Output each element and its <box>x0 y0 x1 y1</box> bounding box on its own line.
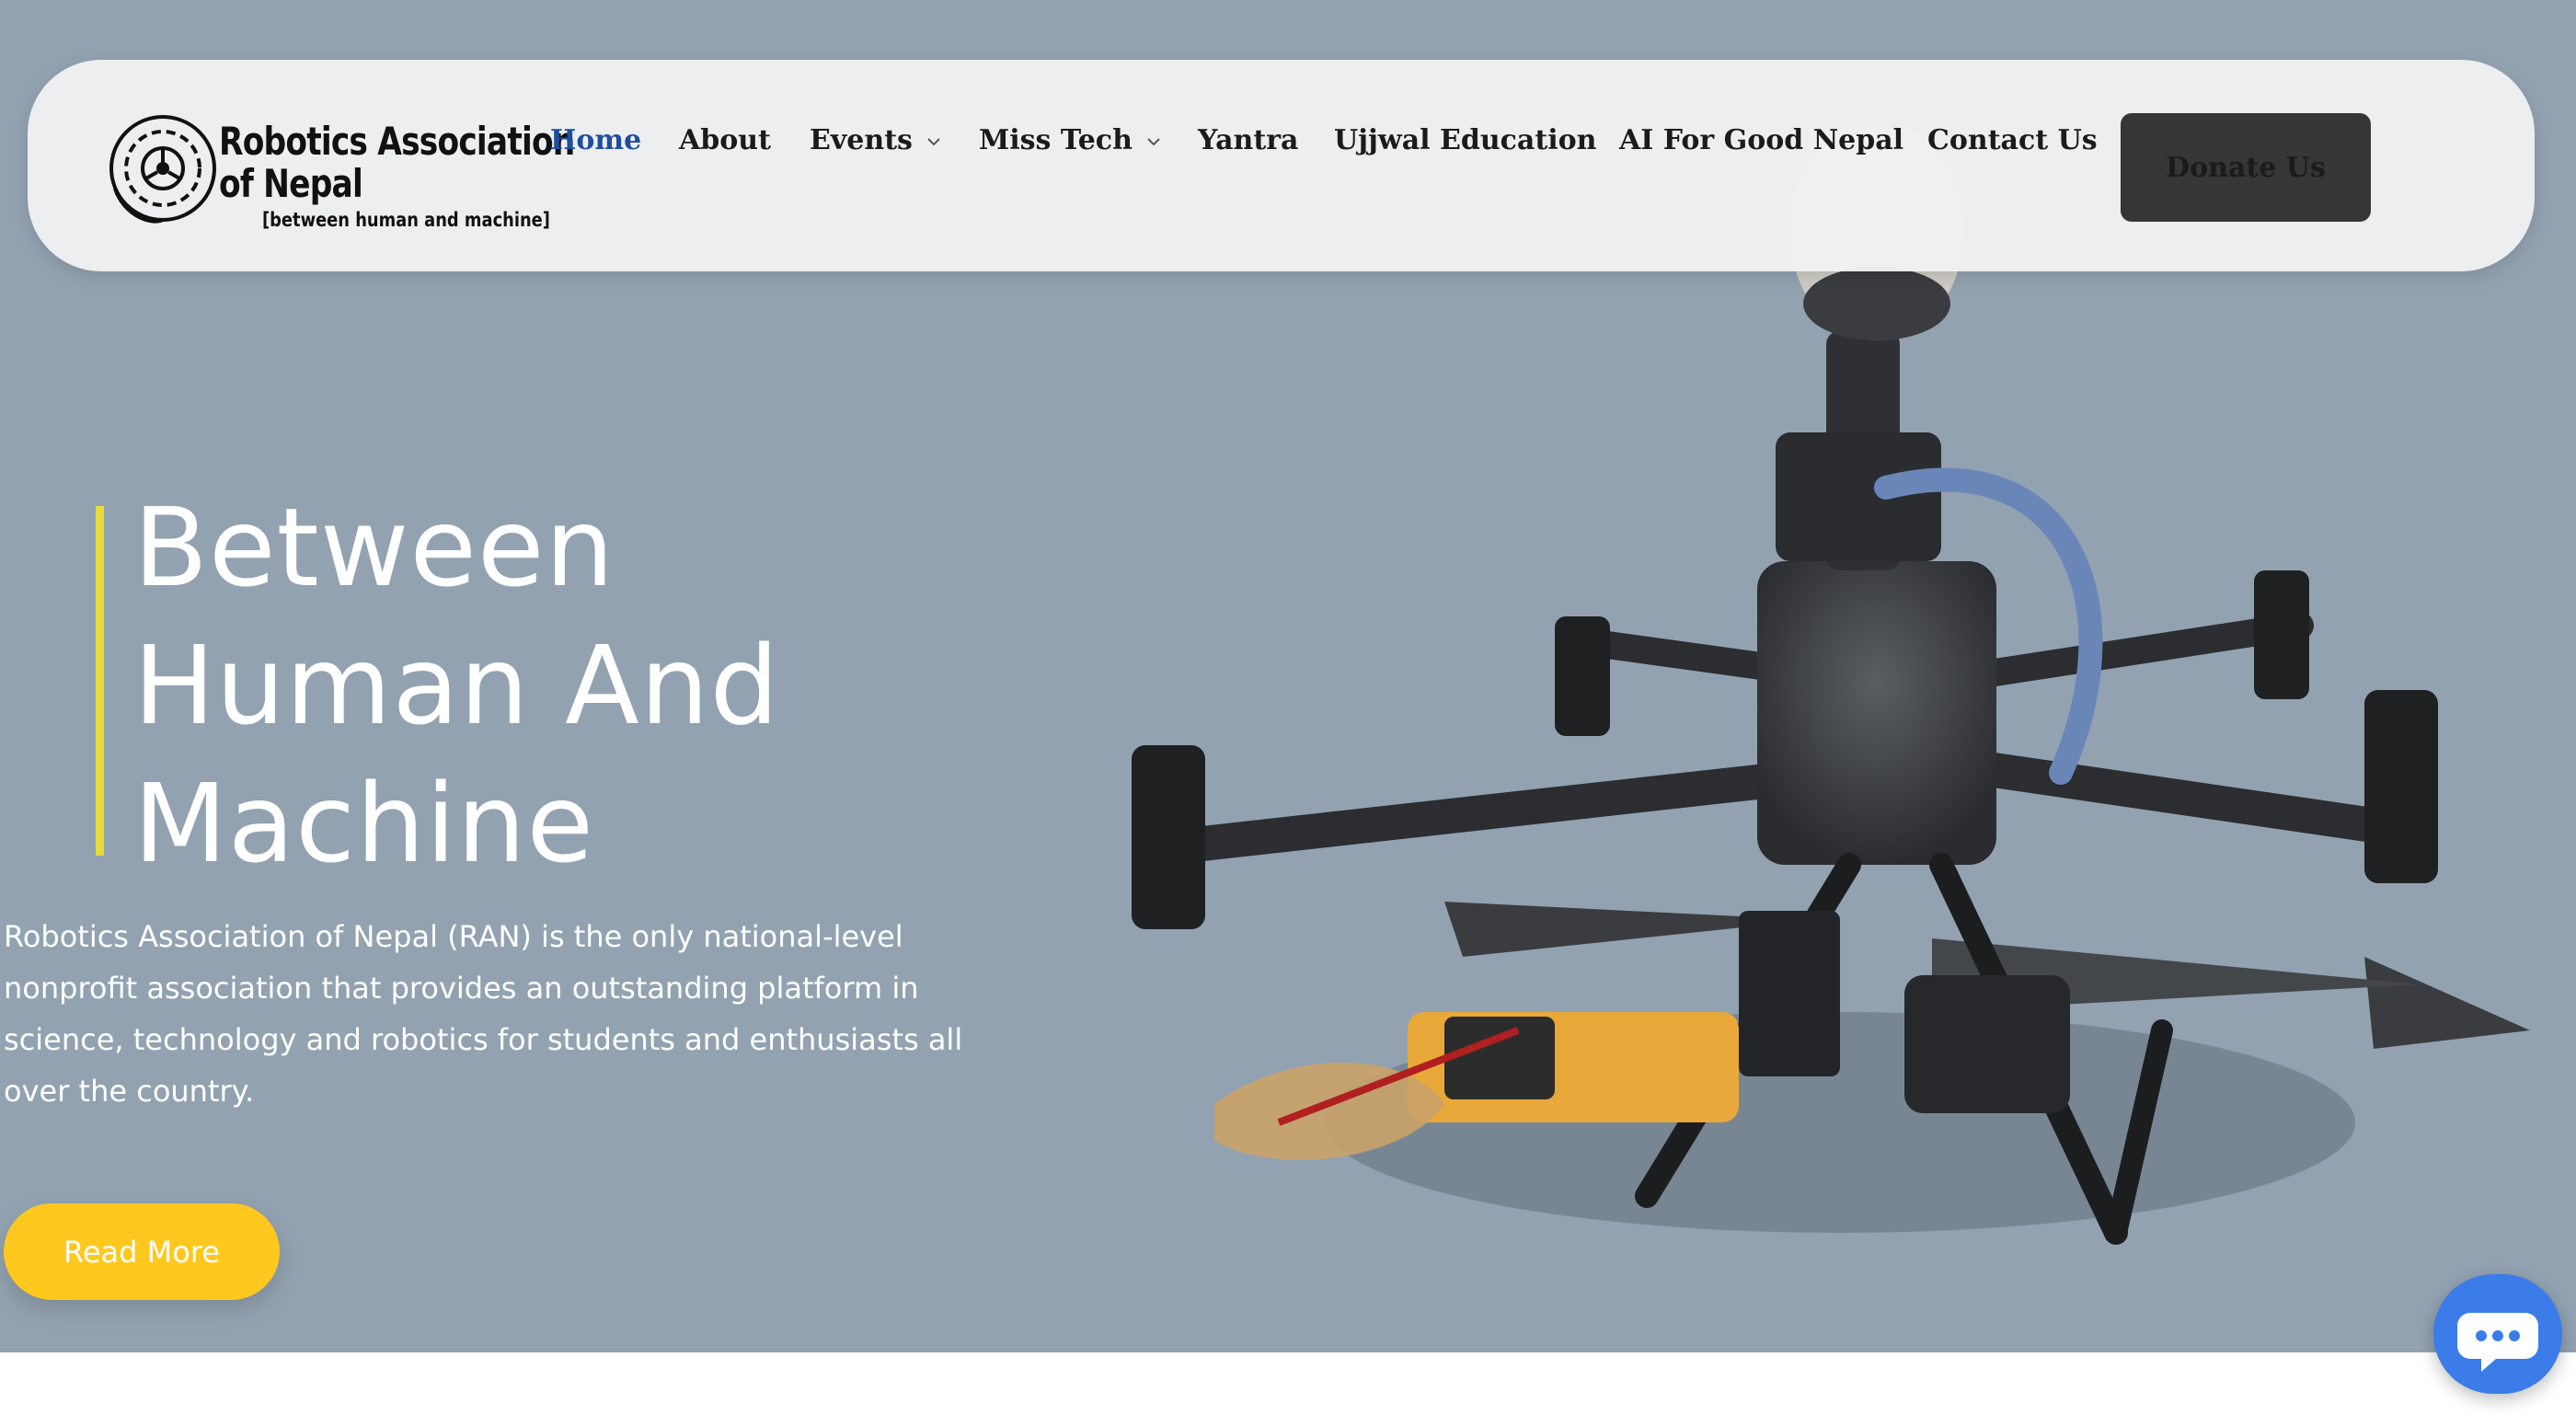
headline-line-1: Between <box>133 484 615 611</box>
hero-description: Robotics Association of Nepal (RAN) is t… <box>4 919 963 1109</box>
headline-accent-bar <box>96 506 104 856</box>
chat-bubble-icon <box>2457 1313 2538 1372</box>
chevron-down-icon <box>927 138 940 146</box>
nav-home-label: Home <box>550 124 642 156</box>
drone-image <box>1132 129 2530 1245</box>
nav-ujjwal-education[interactable]: Ujjwal Education <box>1334 124 1596 156</box>
nav-yantra-label: Yantra <box>1198 124 1299 156</box>
nav-ai-for-good-nepal-label: AI For Good Nepal <box>1619 124 1904 156</box>
headline-line-3: Machine <box>133 760 594 887</box>
nav-about[interactable]: About <box>679 124 771 156</box>
site-header: Robotics Association of Nepal [between h… <box>28 60 2535 271</box>
nav-miss-tech[interactable]: Miss Tech <box>979 124 1162 156</box>
donate-button[interactable]: Donate Us <box>2121 113 2371 222</box>
nav-events[interactable]: Events <box>810 124 942 156</box>
nav-miss-tech-label: Miss Tech <box>979 124 1133 156</box>
read-more-button[interactable]: Read More <box>4 1203 280 1300</box>
nav-contact-us[interactable]: Contact Us <box>1927 124 2098 156</box>
chat-button[interactable] <box>2433 1274 2562 1394</box>
nav-ai-for-good-nepal[interactable]: AI For Good Nepal <box>1619 124 1903 156</box>
nav-contact-us-label: Contact Us <box>1927 124 2098 156</box>
hero-section: Robotics Association of Nepal [between h… <box>0 0 2576 1352</box>
nav-yantra[interactable]: Yantra <box>1198 124 1298 156</box>
hero-headline: Between Human And Machine <box>133 478 779 892</box>
chevron-down-icon <box>1147 138 1160 146</box>
nav-about-label: About <box>679 124 771 156</box>
nav-events-label: Events <box>810 124 913 156</box>
nav-home[interactable]: Home <box>550 124 641 156</box>
nav-ujjwal-education-label: Ujjwal Education <box>1334 124 1597 156</box>
headline-line-2: Human And <box>133 622 780 749</box>
